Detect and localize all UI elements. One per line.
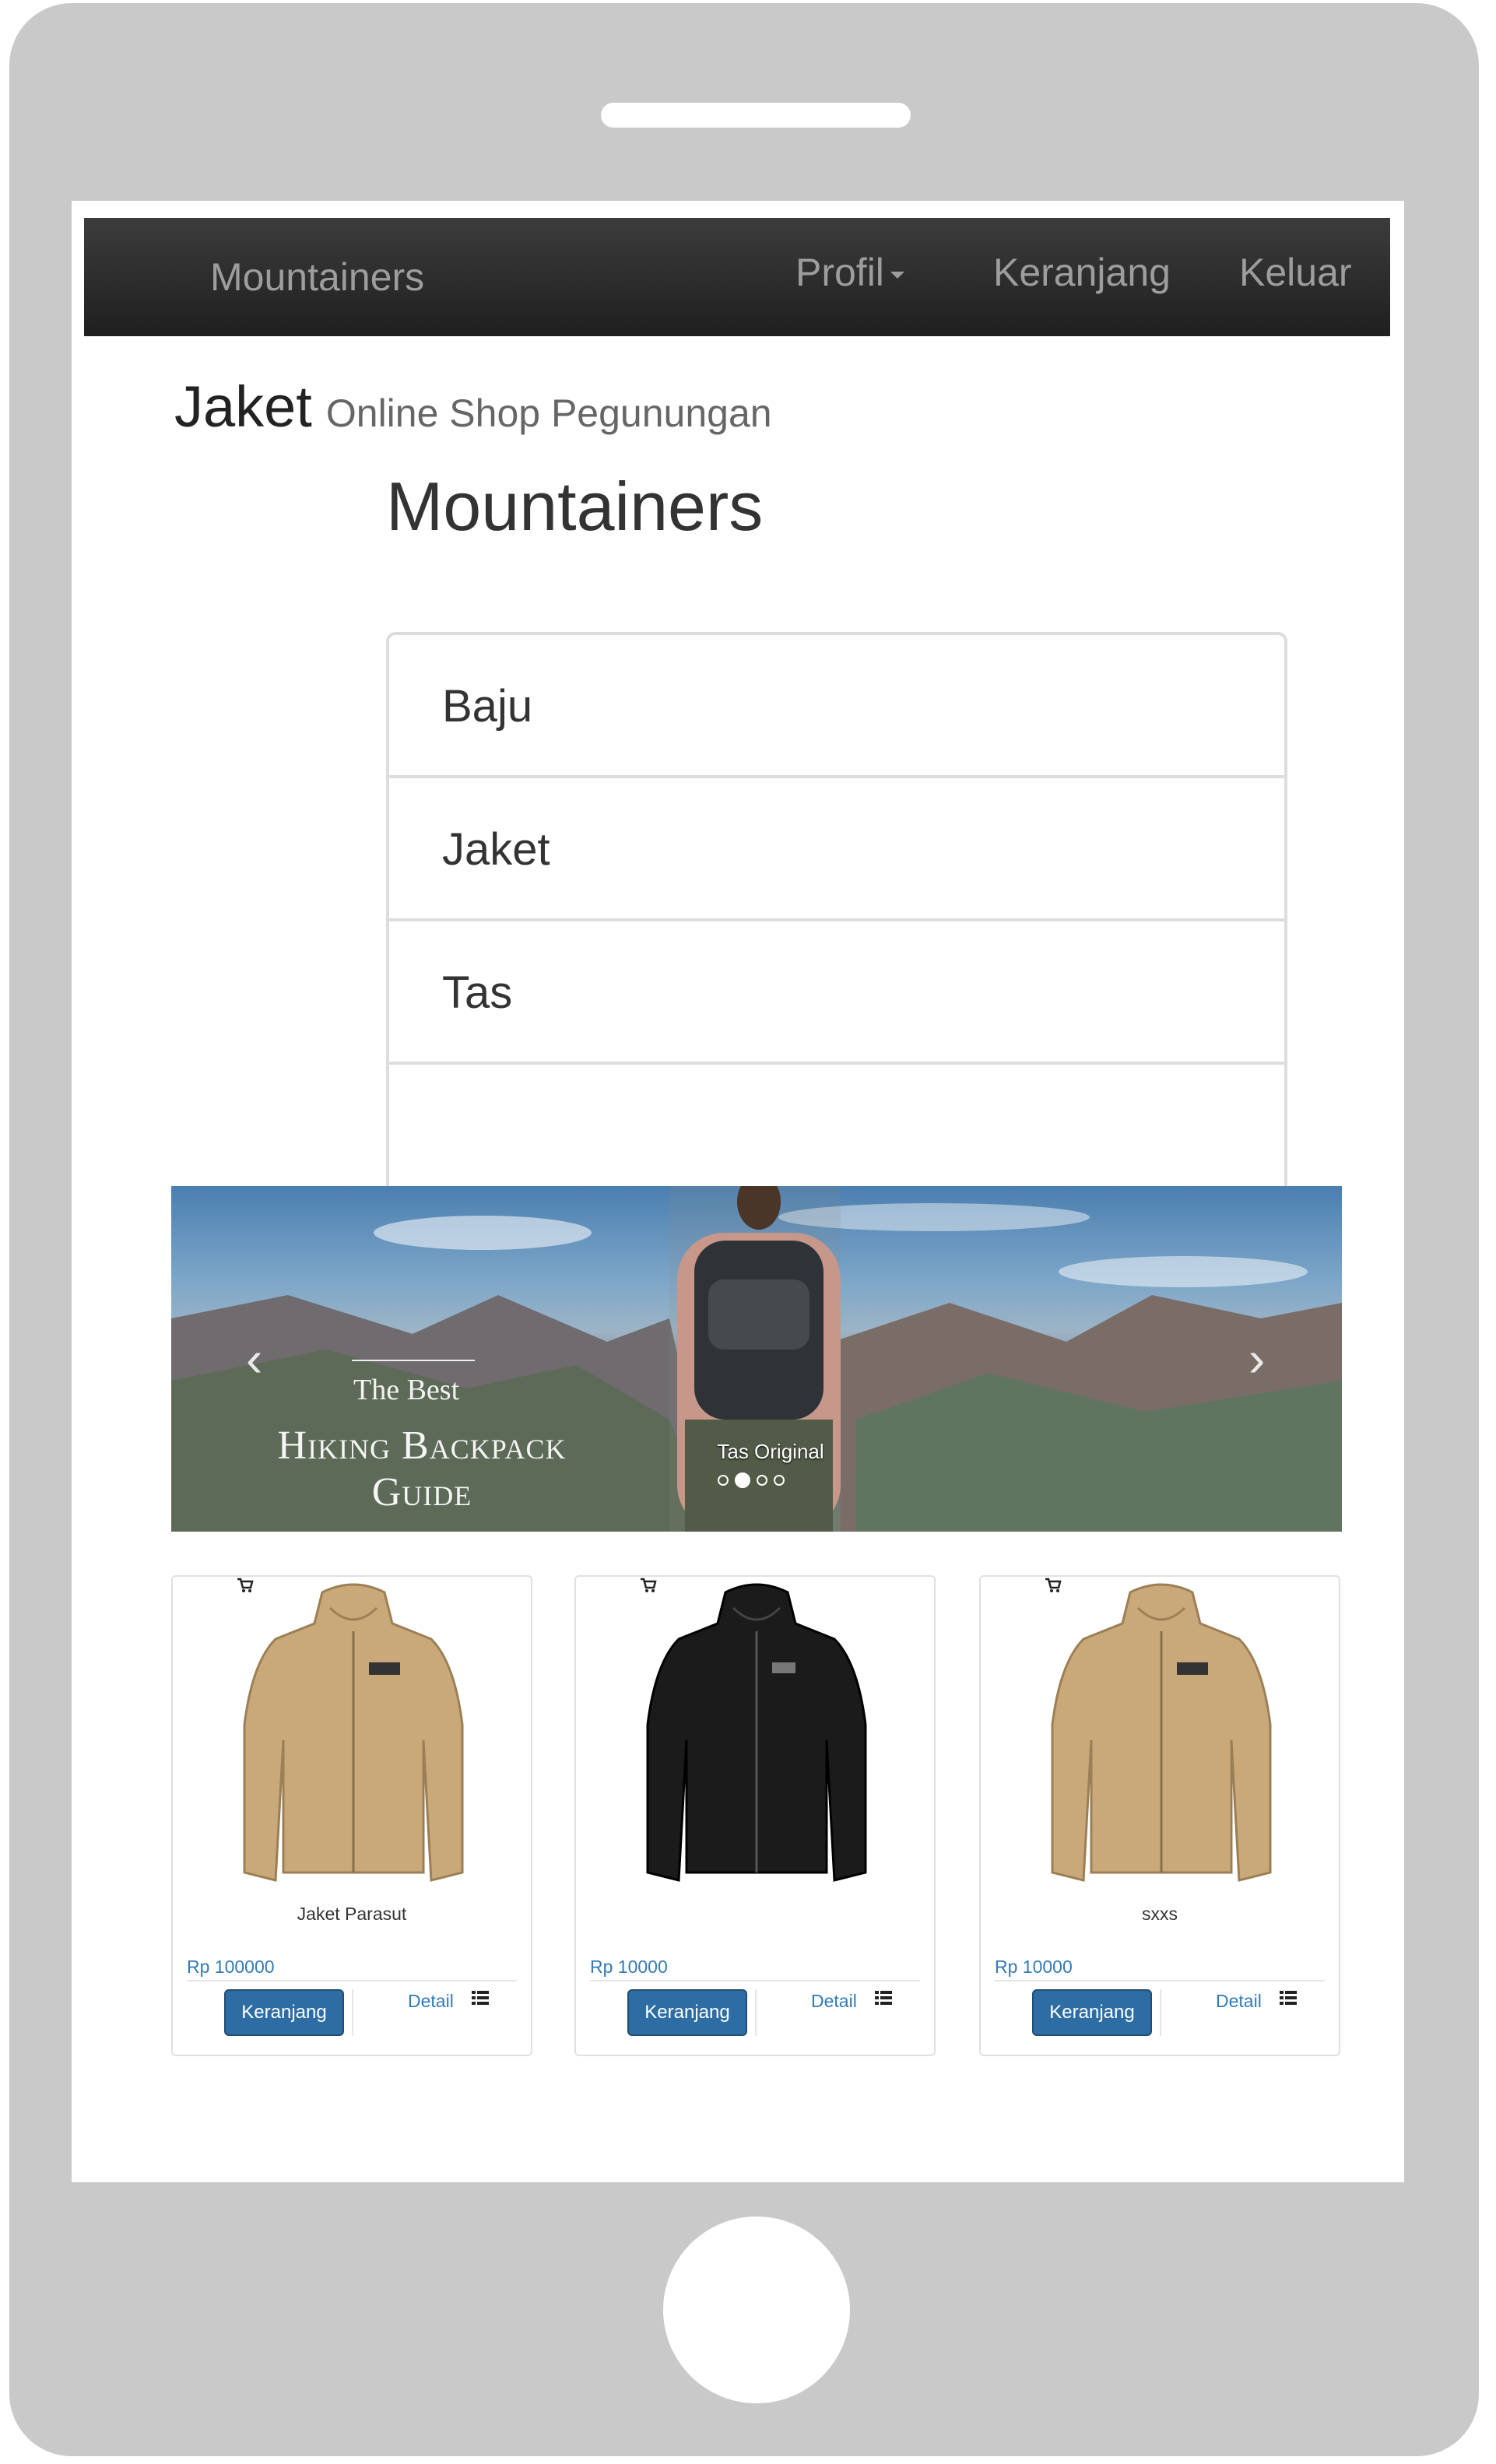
list-icon — [472, 1991, 489, 2005]
carousel-indicators — [718, 1472, 791, 1488]
detail-label: Detail — [1216, 1991, 1262, 2011]
product-name: sxxs — [1142, 1904, 1178, 1924]
detail-label: Detail — [811, 1991, 857, 2011]
product-name: Jaket Parasut — [297, 1904, 407, 1924]
carousel-promo-line1: Hiking Backpack — [277, 1423, 567, 1468]
carousel-next-icon[interactable]: › — [1248, 1186, 1265, 1532]
product-image[interactable] — [1045, 1577, 1278, 1896]
button-separator — [1160, 1989, 1161, 2036]
detail-link[interactable]: Detail — [408, 1991, 489, 2012]
button-separator — [755, 1989, 757, 2036]
carousel-caption: Tas Original — [717, 1440, 824, 1463]
phone-screen: Mountainers Profil Keranjang Keluar Jake… — [72, 201, 1404, 2182]
add-to-cart-button[interactable]: Keranjang — [627, 1989, 747, 2036]
product-card: sxxs Rp 10000 Keranjang Detail — [979, 1575, 1340, 2056]
carousel-indicator[interactable] — [718, 1475, 729, 1486]
page-subtitle: Online Shop Pegunungan — [325, 391, 772, 435]
product-card: Rp 10000 Keranjang Detail — [574, 1575, 936, 2056]
carousel: ‹ › The Best Hiking Backpack Guide Tas O… — [171, 1186, 1342, 1532]
product-price: Rp 10000 — [590, 1957, 668, 1977]
navbar: Mountainers Profil Keranjang Keluar — [84, 218, 1390, 336]
product-card: Jaket Parasut Rp 100000 Keranjang Detail — [171, 1575, 532, 2056]
sidebar-title: Mountainers — [386, 468, 764, 545]
add-to-cart-button[interactable]: Keranjang — [224, 1989, 344, 2036]
nav-item-profil[interactable]: Profil — [795, 218, 904, 327]
category-list: Baju Jaket Tas — [386, 632, 1287, 1272]
shopping-cart-icon — [1045, 1578, 1062, 1592]
product-price: Rp 10000 — [995, 1957, 1073, 1977]
detail-link[interactable]: Detail — [811, 1991, 892, 2012]
product-divider — [590, 1980, 920, 1981]
shopping-cart-icon — [237, 1578, 254, 1592]
nav-item-keluar[interactable]: Keluar — [1239, 218, 1352, 327]
detail-link[interactable]: Detail — [1216, 1991, 1297, 2012]
product-image[interactable] — [237, 1577, 470, 1896]
carousel-promo-line2: Guide — [371, 1470, 472, 1515]
nav-item-keranjang[interactable]: Keranjang — [993, 218, 1171, 327]
carousel-promo-small: The Best — [353, 1374, 460, 1406]
product-price: Rp 100000 — [187, 1957, 275, 1977]
detail-label: Detail — [408, 1991, 454, 2011]
navbar-brand[interactable]: Mountainers — [210, 218, 424, 336]
shopping-cart-icon — [641, 1578, 657, 1592]
page-header: Jaket Online Shop Pegunungan — [174, 374, 772, 440]
add-to-cart-button[interactable]: Keranjang — [1032, 1989, 1152, 2036]
carousel-indicator-active[interactable] — [735, 1472, 750, 1488]
category-item-tas[interactable]: Tas — [389, 921, 1284, 1065]
carousel-indicator[interactable] — [757, 1475, 767, 1486]
product-image[interactable] — [640, 1577, 873, 1896]
category-item-jaket[interactable]: Jaket — [389, 778, 1284, 921]
list-icon — [1280, 1991, 1297, 2005]
category-item-baju[interactable]: Baju — [389, 635, 1284, 778]
carousel-promo-title: Hiking Backpack Guide — [227, 1423, 616, 1516]
product-divider — [187, 1980, 517, 1981]
list-icon — [875, 1991, 892, 2005]
page-title: Jaket — [174, 374, 312, 439]
caret-down-icon — [890, 272, 904, 279]
product-divider — [995, 1980, 1325, 1981]
nav-item-profil-label: Profil — [795, 251, 884, 294]
carousel-indicator[interactable] — [774, 1475, 785, 1486]
phone-speaker — [601, 103, 911, 128]
button-separator — [352, 1989, 353, 2036]
phone-home-button[interactable] — [663, 2217, 850, 2403]
